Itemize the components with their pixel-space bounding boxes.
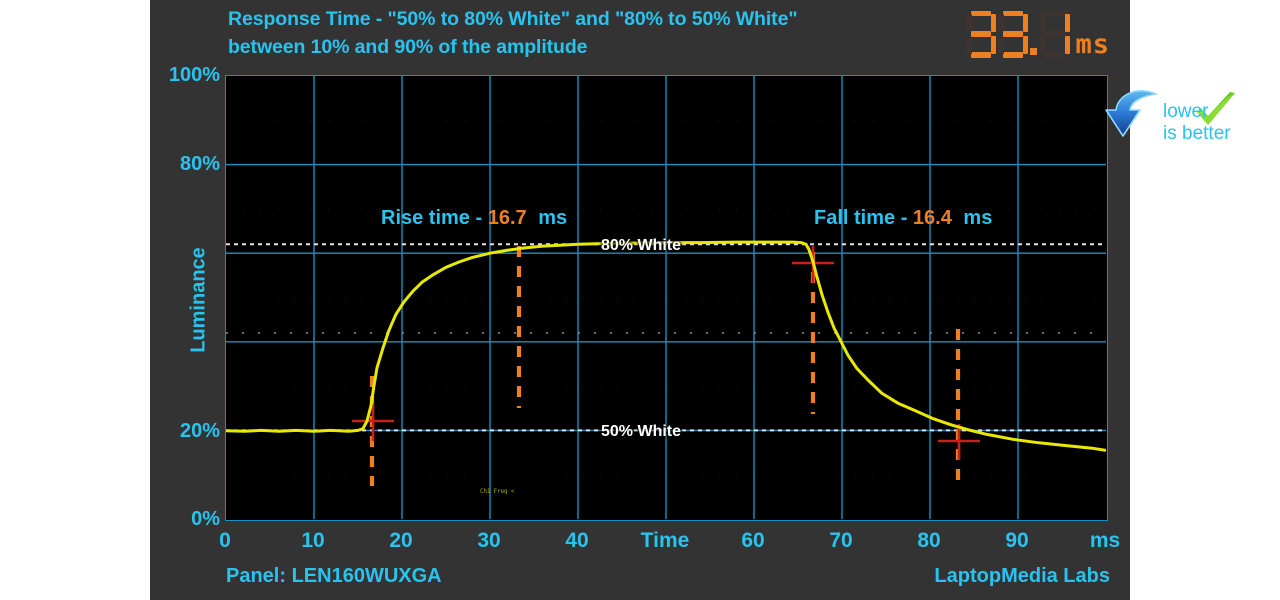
chart-title-line-1: Response Time - "50% to 80% White" and "… [228, 8, 798, 30]
y-tick-100: 100% [168, 64, 220, 86]
label-80pct-white: 80% White [601, 237, 682, 254]
rise-fall-markers [369, 246, 961, 486]
lower-is-better-badge: lower is better [1105, 84, 1260, 162]
badge-text: lower is better [1163, 101, 1231, 146]
fall-time-annotation: Fall time - 16.4 ms [814, 207, 992, 230]
digit-tens [966, 10, 997, 58]
y-axis-title: Luminance [187, 247, 210, 353]
x-tick-80: 80 [917, 529, 941, 552]
digit-ones [998, 10, 1029, 58]
x-tick-60: 60 [741, 529, 765, 552]
rise-time-annotation: Rise time - 16.7 ms [381, 207, 567, 230]
fall-time-label: Fall time - [814, 207, 908, 229]
scope-note: Ch1 Freq < [480, 488, 515, 495]
x-axis-title: Time [640, 529, 690, 552]
x-axis-unit: ms [1089, 529, 1121, 552]
rise-time-value: 16.7 [487, 207, 527, 229]
x-tick-10: 10 [301, 529, 325, 552]
response-time-card: Response Time - "50% to 80% White" and "… [150, 0, 1235, 600]
decimal-point-icon [1030, 47, 1038, 55]
badge-line-1: lower [1163, 100, 1209, 122]
seven-segment-digits [966, 10, 1071, 58]
chart-title: Response Time - "50% to 80% White" and "… [228, 6, 928, 61]
fall-time-unit: ms [963, 207, 993, 229]
label-50pct-white: 50% White [601, 423, 682, 440]
x-tick-90: 90 [1005, 529, 1029, 552]
fall-time-value: 16.4 [912, 207, 952, 229]
lab-credit-label: LaptopMedia Labs [934, 565, 1110, 587]
screenshot-root: Response Time - "50% to 80% White" and "… [0, 0, 1280, 600]
x-tick-30: 30 [477, 529, 501, 552]
y-tick-80: 80% [179, 153, 220, 175]
x-tick-20: 20 [389, 529, 413, 552]
plot-svg [226, 76, 1106, 519]
vertical-gridlines [313, 76, 1019, 519]
oscilloscope-plot: 80% White 50% White [225, 75, 1108, 521]
panel-model-label: Panel: LEN160WUXGA [226, 565, 442, 587]
readout-unit: ms [1075, 29, 1110, 60]
curved-down-arrow-icon [1105, 90, 1157, 137]
x-tick-0: 0 [219, 529, 231, 552]
badge-line-2: is better [1163, 123, 1231, 144]
response-time-readout: ms [966, 2, 1110, 66]
chart-title-line-2: between 10% and 90% of the amplitude [228, 35, 588, 58]
x-tick-40: 40 [565, 529, 589, 552]
rise-time-unit: ms [538, 207, 568, 229]
rise-time-label: Rise time - [381, 207, 483, 229]
digit-tenths [1040, 10, 1071, 58]
x-tick-70: 70 [829, 529, 853, 552]
y-tick-20: 20% [179, 420, 220, 442]
y-tick-0: 0% [191, 508, 220, 530]
